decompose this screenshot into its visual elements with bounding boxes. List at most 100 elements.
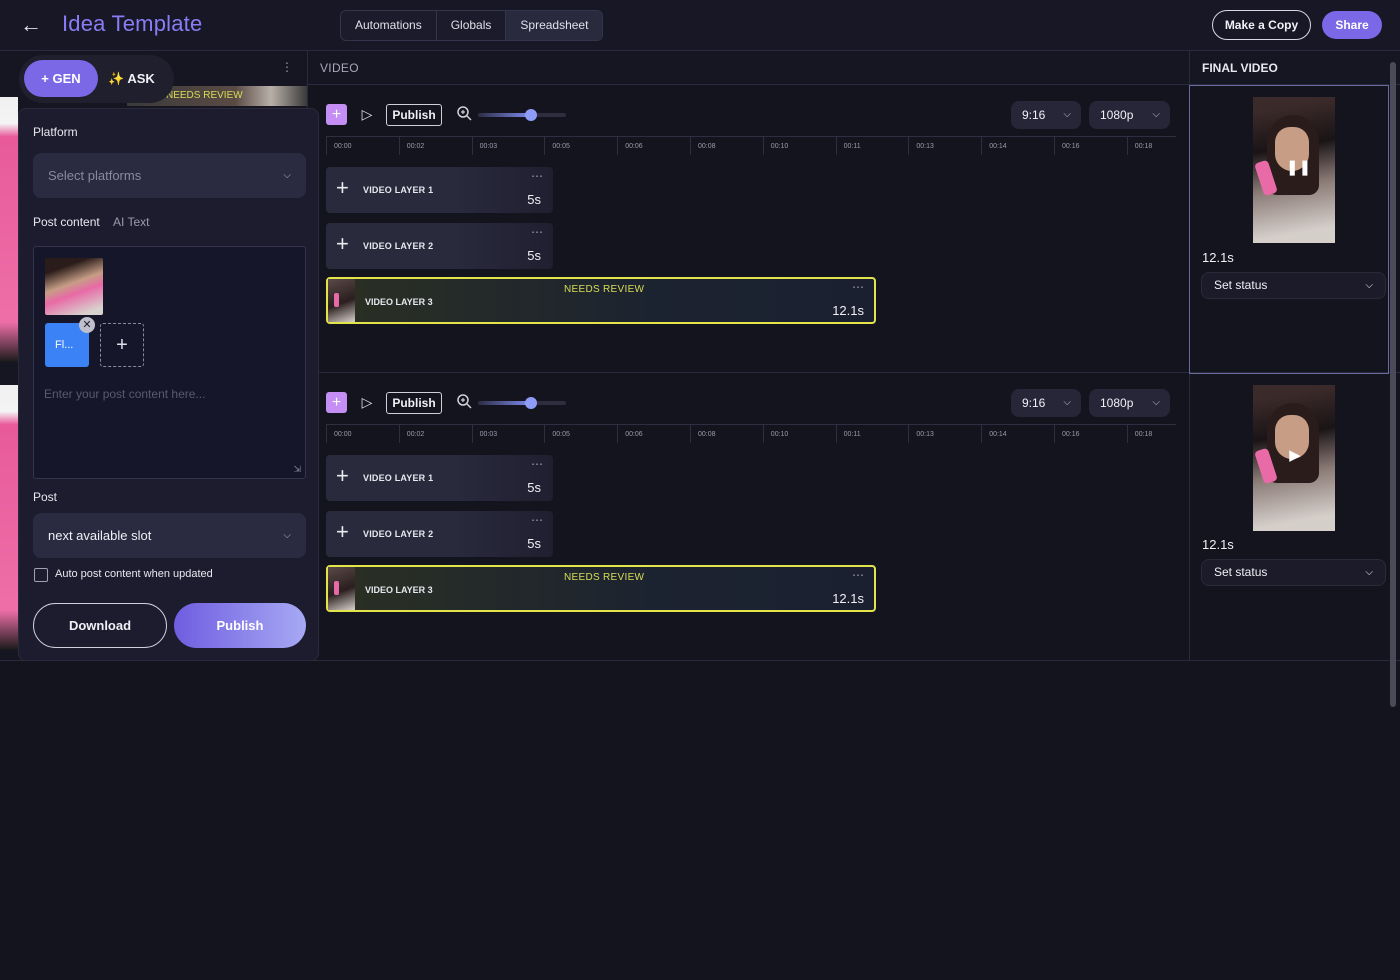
tab-automations[interactable]: Automations (341, 11, 437, 40)
platform-select[interactable]: Select platforms ⌵ (33, 153, 306, 198)
plus-icon[interactable]: + (336, 521, 349, 543)
timeline-tick-label: 00:18 (1134, 431, 1153, 438)
zoom-slider[interactable] (478, 109, 566, 121)
layer-name: VIDEO LAYER 1 (363, 473, 434, 483)
timeline-tick (835, 137, 837, 155)
make-copy-button[interactable]: Make a Copy (1212, 10, 1311, 40)
chevron-down-icon: ⌵ (1063, 109, 1071, 120)
set-status-dropdown[interactable]: Set status ⌵ (1201, 559, 1386, 586)
timeline-tick-label: 00:00 (334, 431, 352, 438)
video-row: + ▷ Publish 9:16 ⌵ 1080p ⌵ 00:00 00:02 00:03… (308, 86, 1189, 374)
final-video-cell[interactable]: ❚❚ 12.1s Set status ⌵ (1189, 85, 1389, 374)
post-slot-select[interactable]: next available slot ⌵ (33, 513, 306, 558)
final-video-column-header: FINAL VIDEO (1189, 51, 1400, 85)
layer-duration: 5s (527, 248, 541, 263)
zoom-slider[interactable] (478, 397, 566, 409)
timeline-tick-label: 00:05 (552, 143, 570, 150)
chevron-down-icon: ⌵ (283, 530, 291, 541)
play-icon[interactable]: ▷ (358, 392, 376, 413)
resolution-dropdown[interactable]: 1080p ⌵ (1089, 101, 1170, 129)
timeline-tick-label: 00:11 (843, 431, 861, 438)
layer-duration: 5s (527, 536, 541, 551)
auto-post-checkbox[interactable] (34, 568, 48, 582)
video-layer[interactable]: + VIDEO LAYER 2 ⋯ 5s (326, 511, 553, 557)
slot-value: next available slot (48, 528, 152, 543)
publish-button[interactable]: Publish (174, 603, 306, 648)
close-icon[interactable]: ✕ (79, 317, 95, 333)
timeline-tick (1054, 425, 1055, 443)
add-layer-button[interactable]: + (326, 104, 347, 125)
timeline-tick-label: 00:14 (989, 143, 1007, 150)
chevron-down-icon: ⌵ (1365, 567, 1373, 578)
vertical-scrollbar[interactable] (1390, 62, 1396, 707)
video-layer[interactable]: + VIDEO LAYER 1 ⋯ 5s (326, 167, 553, 213)
platform-placeholder: Select platforms (48, 168, 142, 183)
timeline-tick (398, 425, 400, 443)
more-vertical-icon[interactable]: ⋮ (281, 60, 293, 74)
zoom-slider-handle[interactable] (524, 397, 537, 409)
layer-name: VIDEO LAYER 2 (363, 241, 434, 251)
video-layer[interactable]: + VIDEO LAYER 1 ⋯ 5s (326, 455, 553, 501)
auto-post-label: Auto post content when updated (55, 568, 213, 580)
zoom-in-icon[interactable] (456, 105, 472, 121)
final-video-preview[interactable]: ❚❚ (1253, 97, 1335, 243)
video-layer-clip[interactable]: VIDEO LAYER 3 NEEDS REVIEW ⋯ 12.1s (326, 565, 876, 612)
aspect-ratio-dropdown[interactable]: 9:16 ⌵ (1011, 101, 1081, 129)
timeline-tick-label: 00:02 (406, 143, 425, 150)
timeline-tick-label: 00:13 (916, 143, 934, 150)
video-row: + ▷ Publish 9:16 ⌵ 1080p ⌵ 00:00 00:02 00:03… (308, 374, 1189, 662)
video-layer[interactable]: + VIDEO LAYER 2 ⋯ 5s (326, 223, 553, 269)
layer-name: VIDEO LAYER 2 (363, 529, 434, 539)
aspect-ratio-dropdown[interactable]: 9:16 ⌵ (1011, 389, 1081, 417)
resize-handle-icon[interactable]: ⇲ (293, 464, 301, 475)
more-horizontal-icon[interactable]: ⋯ (531, 169, 543, 183)
resolution-dropdown[interactable]: 1080p ⌵ (1089, 389, 1170, 417)
add-media-button[interactable]: + (100, 323, 144, 367)
aspect-ratio-value: 9:16 (1022, 396, 1046, 410)
gen-button[interactable]: + GEN (24, 60, 98, 97)
status-badge: NEEDS REVIEW (564, 284, 645, 295)
more-horizontal-icon[interactable]: ⋯ (852, 280, 864, 294)
add-layer-button[interactable]: + (326, 392, 347, 413)
plus-icon[interactable]: + (336, 233, 349, 255)
final-video-cell[interactable]: ▶ 12.1s Set status ⌵ (1190, 374, 1388, 661)
timeline-tick-label: 00:02 (406, 431, 425, 438)
row-publish-button[interactable]: Publish (386, 104, 442, 126)
play-icon[interactable]: ▶ (1286, 447, 1304, 465)
download-button[interactable]: Download (33, 603, 167, 648)
timeline-ruler[interactable]: 00:00 00:02 00:03 00:05 00:06 00:08 00:10 00:11… (326, 424, 1176, 443)
clip-thumbnail (328, 279, 355, 322)
sparkle-icon: ✨ (108, 71, 128, 86)
timeline-tick (326, 425, 327, 443)
plus-icon[interactable]: + (336, 465, 349, 487)
final-video-preview[interactable]: ▶ (1253, 385, 1335, 531)
zoom-slider-fill (478, 401, 531, 405)
more-horizontal-icon[interactable]: ⋯ (852, 568, 864, 582)
pause-icon[interactable]: ❚❚ (1286, 159, 1311, 177)
share-button[interactable]: Share (1322, 11, 1382, 39)
attached-media-thumbnail[interactable] (45, 258, 103, 315)
arrow-left-icon[interactable]: ← (20, 12, 46, 38)
video-layer-clip[interactable]: VIDEO LAYER 3 NEEDS REVIEW ⋯ 12.1s (326, 277, 876, 324)
ai-text-tab[interactable]: AI Text (113, 215, 149, 229)
timeline-tick (471, 137, 473, 155)
more-horizontal-icon[interactable]: ⋯ (531, 225, 543, 239)
ask-button[interactable]: ✨ ASK (108, 66, 155, 92)
post-content-input[interactable]: Enter your post content here... (44, 387, 294, 472)
more-horizontal-icon[interactable]: ⋯ (531, 513, 543, 527)
zoom-slider-handle[interactable] (524, 109, 537, 121)
plus-icon[interactable]: + (336, 177, 349, 199)
zoom-in-icon[interactable] (456, 393, 472, 409)
timeline-tick-label: 00:08 (698, 431, 716, 438)
tab-spreadsheet[interactable]: Spreadsheet (506, 11, 603, 40)
timeline-tick (617, 425, 619, 443)
post-content-tab[interactable]: Post content (33, 215, 100, 229)
set-status-dropdown[interactable]: Set status ⌵ (1201, 272, 1386, 299)
play-icon[interactable]: ▷ (358, 104, 376, 125)
more-horizontal-icon[interactable]: ⋯ (531, 457, 543, 471)
timeline-tick (981, 425, 983, 443)
timeline-ruler[interactable]: 00:00 00:02 00:03 00:05 00:06 00:08 00:10 00:11… (326, 136, 1176, 155)
row-publish-button[interactable]: Publish (386, 392, 442, 414)
tab-globals[interactable]: Globals (437, 11, 507, 40)
layer-duration: 12.1s (832, 303, 864, 318)
